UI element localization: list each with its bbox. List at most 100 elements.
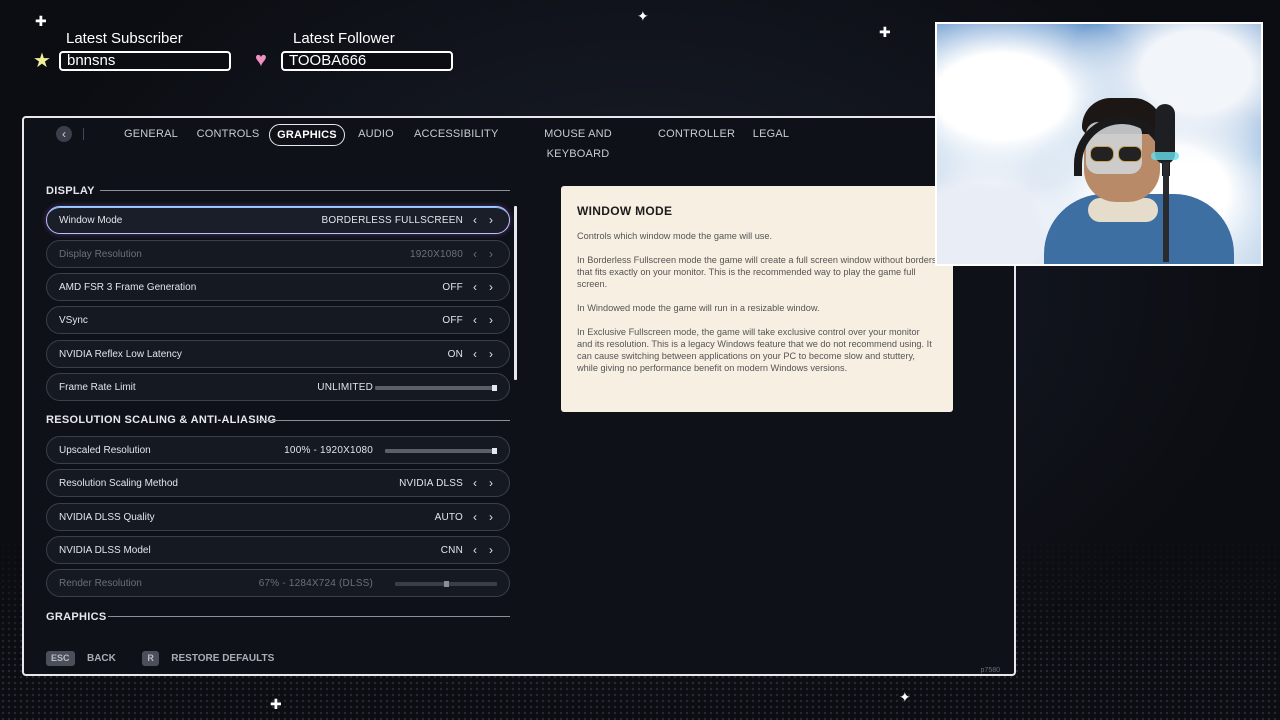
build-id: p7580 [980,667,1000,674]
setting-row-window-mode[interactable]: Window Mode BORDERLESS FULLSCREEN ‹ › [46,206,510,234]
description-title: WINDOW MODE [577,204,673,218]
upscaled-resolution-slider[interactable] [385,448,497,454]
chevron-right-icon[interactable]: › [489,241,493,268]
chevron-right-icon[interactable]: › [489,274,493,301]
setting-row-frame-rate-limit[interactable]: Frame Rate Limit UNLIMITED [46,373,510,401]
chevron-right-icon[interactable]: › [489,537,493,564]
esc-key-hint: ESC [46,651,75,667]
setting-row-upscaled-resolution[interactable]: Upscaled Resolution 100% - 1920X1080 [46,436,510,464]
streamer [1044,98,1234,264]
tab-legal[interactable]: LEGAL [750,124,792,144]
description-paragraph: Controls which window mode the game will… [577,231,773,241]
tab-audio[interactable]: AUDIO [354,124,398,144]
setting-value: 1920X1080 [410,249,463,260]
settings-scrollbar[interactable] [514,206,517,380]
tab-controller[interactable]: CONTROLLER [658,124,735,144]
setting-label: NVIDIA DLSS Quality [59,512,155,523]
tab-accessibility[interactable]: ACCESSIBILITY [414,124,498,144]
chevron-left-icon[interactable]: ‹ [473,207,477,234]
chevron-right-icon[interactable]: › [489,504,493,531]
setting-value: UNLIMITED [317,382,373,393]
setting-row-render-resolution[interactable]: Render Resolution 67% - 1284X724 (DLSS) [46,569,510,597]
setting-value: AUTO [434,512,463,523]
chevron-left-icon[interactable]: ‹ [473,537,477,564]
nav-divider [83,128,84,140]
sparkle-icon: ✚ [270,696,282,712]
setting-label: Window Mode [59,215,123,226]
sparkle-icon: ✦ [899,689,911,705]
setting-row-dlss-quality[interactable]: NVIDIA DLSS Quality AUTO ‹ › [46,503,510,531]
setting-row-nvidia-reflex[interactable]: NVIDIA Reflex Low Latency ON ‹ › [46,340,510,368]
chevron-right-icon[interactable]: › [489,207,493,234]
section-title-graphics: GRAPHICS [46,611,107,623]
chevron-left-icon[interactable]: ‹ [56,126,72,142]
setting-row-resolution-scaling-method[interactable]: Resolution Scaling Method NVIDIA DLSS ‹ … [46,469,510,497]
setting-label: Upscaled Resolution [59,445,151,456]
setting-row-dlss-model[interactable]: NVIDIA DLSS Model CNN ‹ › [46,536,510,564]
chevron-right-icon[interactable]: › [489,307,493,334]
setting-label: Resolution Scaling Method [59,478,178,489]
slider-thumb[interactable] [444,581,449,587]
section-divider [100,190,510,191]
back-button[interactable]: BACK [87,653,116,664]
latest-follower-name: TOOBA666 [281,51,453,71]
settings-tab-bar: ‹ GENERAL CONTROLS GRAPHICS AUDIO ACCESS… [24,118,1014,160]
star-icon: ★ [33,50,51,72]
chevron-left-icon[interactable]: ‹ [473,241,477,268]
setting-value: ON [447,349,463,360]
chevron-left-icon[interactable]: ‹ [473,274,477,301]
setting-label: NVIDIA DLSS Model [59,545,151,556]
section-divider [256,420,510,421]
setting-row-vsync[interactable]: VSync OFF ‹ › [46,306,510,334]
sparkle-icon: ✚ [879,24,891,40]
section-divider [108,616,510,617]
chevron-left-icon[interactable]: ‹ [473,504,477,531]
restore-defaults-button[interactable]: RESTORE DEFAULTS [171,653,274,664]
section-title-display: DISPLAY [46,185,95,197]
footer-hints: ESC BACK R RESTORE DEFAULTS [46,650,296,667]
tab-general[interactable]: GENERAL [122,124,180,144]
tab-graphics[interactable]: GRAPHICS [269,124,345,146]
setting-row-fsr-frame-generation[interactable]: AMD FSR 3 Frame Generation OFF ‹ › [46,273,510,301]
setting-label: Render Resolution [59,578,142,589]
sparkle-icon: ✦ [637,8,649,24]
setting-label: Frame Rate Limit [59,382,136,393]
setting-value: CNN [440,545,463,556]
description-paragraph: In Exclusive Fullscreen mode, the game w… [577,327,932,373]
chevron-right-icon[interactable]: › [489,341,493,368]
section-title-resolution-scaling: RESOLUTION SCALING & ANTI-ALIASING [46,414,277,426]
description-paragraph: In Borderless Fullscreen mode the game w… [577,255,937,289]
tab-controls[interactable]: CONTROLS [195,124,261,144]
setting-row-display-resolution[interactable]: Display Resolution 1920X1080 ‹ › [46,240,510,268]
setting-value: NVIDIA DLSS [399,478,463,489]
render-resolution-slider[interactable] [395,581,497,587]
setting-description-card: WINDOW MODE Controls which window mode t… [561,186,953,412]
latest-subscriber-name: bnnsns [59,51,231,71]
chevron-left-icon[interactable]: ‹ [473,470,477,497]
setting-label: NVIDIA Reflex Low Latency [59,349,182,360]
chevron-left-icon[interactable]: ‹ [473,341,477,368]
slider-thumb[interactable] [492,385,497,391]
chevron-right-icon[interactable]: › [489,470,493,497]
setting-value: OFF [442,315,463,326]
setting-value: BORDERLESS FULLSCREEN [321,215,463,226]
r-key-hint: R [142,651,159,667]
settings-panel: ‹ GENERAL CONTROLS GRAPHICS AUDIO ACCESS… [22,116,1016,676]
sparkle-icon: ✚ [35,13,47,29]
setting-value: 67% - 1284X724 (DLSS) [258,578,373,589]
frame-rate-slider[interactable] [375,385,497,391]
webcam-feed [935,22,1263,266]
heart-icon: ♥ [255,49,267,71]
latest-follower-label: Latest Follower [293,30,395,47]
setting-label: AMD FSR 3 Frame Generation [59,282,197,293]
latest-subscriber-label: Latest Subscriber [66,30,183,47]
setting-label: VSync [59,315,88,326]
setting-value: OFF [442,282,463,293]
microphone [1151,104,1181,264]
setting-value: 100% - 1920X1080 [284,445,373,456]
slider-thumb[interactable] [492,448,497,454]
setting-label: Display Resolution [59,249,142,260]
description-paragraph: In Windowed mode the game will run in a … [577,303,820,313]
chevron-left-icon[interactable]: ‹ [473,307,477,334]
tab-mouse-and-keyboard[interactable]: MOUSE AND KEYBOARD [516,124,640,160]
